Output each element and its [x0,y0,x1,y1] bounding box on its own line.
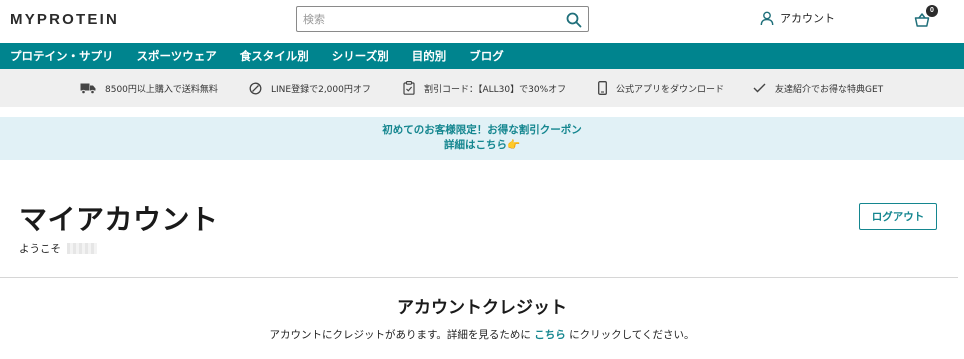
account-label: アカウント [780,12,835,25]
myprotein-logo[interactable]: MYPROTEIN [10,11,119,28]
credit-text-before: アカウントにクレジットがあります。詳細を見るために [269,329,535,341]
masked-username [67,243,97,254]
credit-message: アカウントにクレジットがあります。詳細を見るために こちら にクリックしてくださ… [0,327,964,342]
nav-item-protein-supplements[interactable]: プロテイン・サプリ [10,48,114,64]
search-input[interactable] [297,7,559,31]
logout-button[interactable]: ログアウト [859,203,937,230]
clipboard-icon [403,81,415,95]
usp-label: 友達紹介でお得な特典GET [775,84,884,95]
usp-label: 8500円以上購入で送料無料 [105,84,218,95]
page-title: マイアカウント [19,203,219,236]
usp-label: 割引コード：【ALL30】で30%オフ [424,84,567,95]
truck-icon [80,83,96,94]
usp-referral[interactable]: 友達紹介でお得な特典GET [753,82,883,95]
nav-item-series[interactable]: シリーズ別 [332,48,389,64]
basket-button[interactable]: 0 [914,5,938,31]
usp-label: LINE登録で2,000円オフ [271,84,371,95]
credit-section-title: アカウントクレジット [397,298,567,318]
usp-app-download[interactable]: 公式アプリをダウンロード [598,81,724,95]
welcome-message: ようこそ [19,241,97,256]
usp-line-discount[interactable]: LINE登録で2,000円オフ [249,82,371,95]
nav-item-sportswear[interactable]: スポーツウェア [137,48,217,64]
promo-headline: 初めてのお客様限定！お得な割引クーポン [382,124,582,136]
basket-count-badge: 0 [926,5,938,17]
credit-details-link[interactable]: こちら [534,329,566,341]
discount-icon [249,82,262,94]
check-icon [753,83,766,93]
nav-item-blog[interactable]: ブログ [469,48,504,64]
nav-item-goals[interactable]: 目的別 [412,48,447,64]
search-box [296,6,589,32]
nav-item-diet-style[interactable]: 食スタイル別 [240,48,309,64]
usp-label: 公式アプリをダウンロード [616,84,725,95]
welcome-label: ようこそ [19,243,61,255]
promo-banner[interactable]: 初めてのお客様限定！お得な割引クーポン 詳細はこちら👉 [0,117,964,160]
usp-bar: 8500円以上購入で送料無料 LINE登録で2,000円オフ 割引コード：【AL… [0,69,964,107]
promo-details-link[interactable]: 詳細はこちら👉 [0,138,964,153]
site-header: MYPROTEIN アカウント 0 [0,0,964,43]
usp-coupon-code[interactable]: 割引コード：【ALL30】で30%オフ [403,81,566,95]
search-icon[interactable] [564,10,584,30]
usp-free-shipping[interactable]: 8500円以上購入で送料無料 [80,82,218,95]
account-link[interactable]: アカウント [760,10,835,26]
user-icon [760,11,774,25]
phone-icon [598,81,607,95]
credit-text-after: にクリックしてください。 [565,329,695,341]
section-divider [0,277,958,278]
main-nav: プロテイン・サプリ スポーツウェア 食スタイル別 シリーズ別 目的別 ブログ [0,43,964,69]
